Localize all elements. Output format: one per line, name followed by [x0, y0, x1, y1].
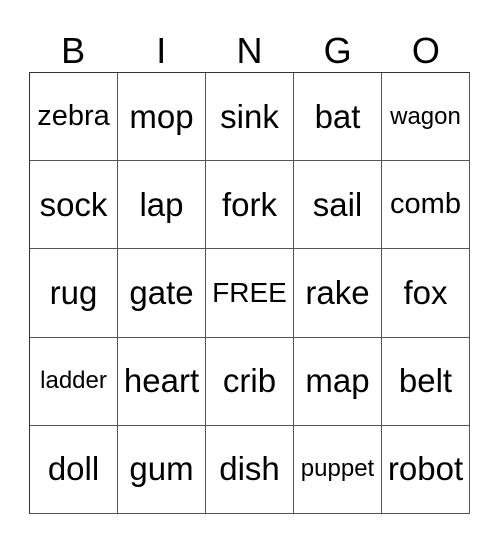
bingo-cell[interactable]: doll [30, 425, 118, 514]
bingo-cell[interactable]: ladder [30, 337, 118, 426]
bingo-cell[interactable]: lap [118, 161, 206, 250]
bingo-cell[interactable]: zebra [30, 73, 118, 162]
bingo-cell[interactable]: belt [382, 337, 470, 426]
bingo-cell[interactable]: map [294, 337, 382, 426]
header-letter-i: I [156, 30, 167, 71]
header-letter-g: G [323, 30, 352, 71]
bingo-grid: zebra mop sink bat wagon sock lap fork s… [29, 72, 470, 514]
header-letter-b: B [61, 30, 86, 71]
bingo-cell[interactable]: sock [30, 161, 118, 250]
bingo-cell[interactable]: rug [30, 249, 118, 338]
header-letter-n: N [236, 30, 263, 71]
bingo-cell[interactable]: rake [294, 249, 382, 338]
bingo-cell[interactable]: mop [118, 73, 206, 162]
bingo-cell[interactable]: wagon [382, 73, 470, 162]
bingo-cell[interactable]: sail [294, 161, 382, 250]
bingo-cell[interactable]: dish [206, 425, 294, 514]
bingo-header: B I N G O [29, 30, 470, 72]
bingo-cell[interactable]: puppet [294, 425, 382, 514]
bingo-cell[interactable]: crib [206, 337, 294, 426]
bingo-cell[interactable]: fox [382, 249, 470, 338]
bingo-cell[interactable]: gate [118, 249, 206, 338]
bingo-cell[interactable]: heart [118, 337, 206, 426]
bingo-cell[interactable]: bat [294, 73, 382, 162]
header-letter-o: O [411, 30, 440, 71]
bingo-cell[interactable]: sink [206, 73, 294, 162]
bingo-cell[interactable]: gum [118, 425, 206, 514]
bingo-cell[interactable]: fork [206, 161, 294, 250]
bingo-cell[interactable]: robot [382, 425, 470, 514]
bingo-cell[interactable]: comb [382, 161, 470, 250]
free-space-cell[interactable]: FREE [206, 249, 294, 338]
